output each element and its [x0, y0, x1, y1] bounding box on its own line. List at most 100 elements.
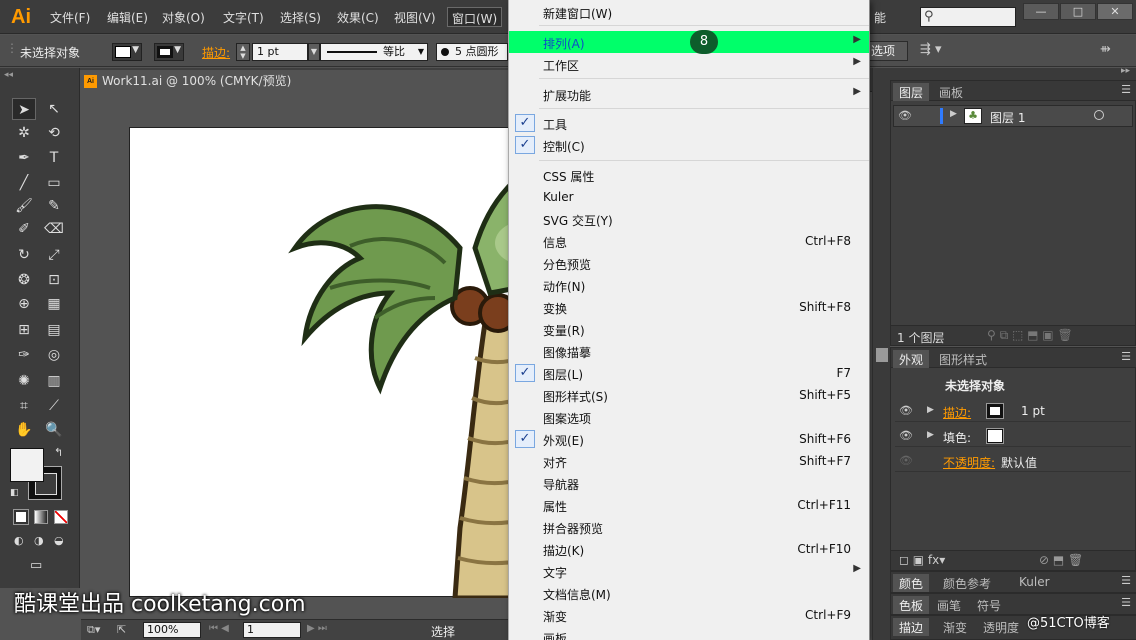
color-mode-icon[interactable]: [13, 509, 29, 525]
document-tab[interactable]: Ai Work11.ai @ 100% (CMYK/预览): [80, 70, 510, 92]
stroke-label[interactable]: 描边:: [202, 44, 230, 61]
appearance-opacity-row[interactable]: 👁 不透明度: 默认值: [895, 450, 1131, 472]
menu-item[interactable]: 分色预览: [509, 252, 869, 274]
menu-view[interactable]: 视图(V): [394, 9, 436, 26]
menu-item[interactable]: SVG 交互(Y): [509, 208, 869, 230]
direct-selection-tool-icon[interactable]: ↖: [42, 98, 66, 120]
blend-tool-icon[interactable]: ◎: [42, 344, 66, 366]
tab-appearance[interactable]: 外观: [893, 350, 930, 368]
graph-tool-icon[interactable]: ▥: [42, 370, 66, 392]
tab-swatches[interactable]: 色板: [893, 596, 930, 614]
menu-item[interactable]: 拼合器预览: [509, 516, 869, 538]
expand-triangle-icon[interactable]: ▶: [927, 405, 934, 415]
eye-icon[interactable]: 👁: [896, 108, 914, 124]
fill-swatch-dropdown[interactable]: ▼: [112, 43, 142, 61]
appearance-stroke-label[interactable]: 描边:: [943, 404, 971, 421]
tab-artboards[interactable]: 画板: [933, 83, 969, 101]
menu-item[interactable]: 动作(N): [509, 274, 869, 296]
type-tool-icon[interactable]: T: [42, 147, 66, 169]
menu-item[interactable]: 图形样式(S) Shift+F5: [509, 384, 869, 406]
maximize-button[interactable]: □: [1060, 3, 1096, 20]
menu-item[interactable]: 画板: [509, 626, 869, 640]
tab-stroke[interactable]: 描边: [893, 618, 930, 636]
panel-menu-icon[interactable]: ☰: [1121, 350, 1131, 363]
hand-tool-icon[interactable]: ✋: [12, 419, 36, 441]
magic-wand-tool-icon[interactable]: ✲: [12, 122, 36, 144]
selection-tool-icon[interactable]: ➤: [12, 98, 36, 120]
menu-select[interactable]: 选择(S): [280, 9, 321, 26]
draw-behind-icon[interactable]: ◑: [34, 534, 44, 547]
menu-item[interactable]: 新建窗口(W): [509, 1, 869, 23]
menu-item[interactable]: 信息 Ctrl+F8: [509, 230, 869, 252]
tab-gradient[interactable]: 渐变: [937, 618, 973, 636]
menu-item[interactable]: 文字 ▶: [509, 560, 869, 582]
menu-item[interactable]: 工作区 ▶: [509, 53, 869, 75]
menu-partial[interactable]: 能: [874, 9, 886, 26]
lasso-tool-icon[interactable]: ⟲: [42, 122, 66, 144]
menu-type[interactable]: 文字(T): [223, 9, 264, 26]
layer-row[interactable]: 👁 ▶ ♣ 图层 1: [893, 105, 1133, 127]
menu-item[interactable]: 变量(R): [509, 318, 869, 340]
shape-builder-tool-icon[interactable]: ⊕: [12, 293, 36, 315]
rotate-tool-icon[interactable]: ↻: [12, 244, 36, 266]
prev-artboard-icon[interactable]: ⏮ ◀: [209, 623, 229, 634]
stroke-weight-input[interactable]: 1 pt: [252, 43, 308, 61]
view-icon[interactable]: ⧉▾: [87, 623, 100, 637]
tab-symbols[interactable]: 符号: [971, 596, 1007, 614]
warp-tool-icon[interactable]: ❂: [12, 269, 36, 291]
expand-triangle-icon[interactable]: ▶: [927, 430, 934, 440]
appearance-delete-icon[interactable]: ⊘ ⬒ 🗑: [1039, 553, 1083, 567]
status-mode[interactable]: 选择: [431, 623, 455, 640]
expand-triangle-icon[interactable]: ▶: [950, 109, 957, 119]
tab-color[interactable]: 颜色: [893, 574, 930, 592]
appearance-actions-icon[interactable]: ◻ ▣ fx▾: [899, 553, 945, 567]
fill-swatch[interactable]: [986, 428, 1004, 444]
layer-actions-icon[interactable]: ⚲ ⧉ ⬚ ⬒ ▣ 🗑: [987, 328, 1073, 343]
draw-normal-icon[interactable]: ◐: [14, 534, 24, 547]
panel-menu-icon[interactable]: ☰: [1121, 596, 1131, 609]
chevron-down-icon[interactable]: ▼: [308, 43, 320, 61]
perspective-grid-tool-icon[interactable]: ▦: [42, 293, 66, 315]
free-transform-tool-icon[interactable]: ⊡: [42, 269, 66, 291]
gradient-mode-icon[interactable]: [34, 510, 48, 524]
menu-item[interactable]: 文档信息(M): [509, 582, 869, 604]
tab-transparency[interactable]: 透明度: [977, 618, 1025, 636]
menu-object[interactable]: 对象(O): [162, 9, 205, 26]
rectangle-tool-icon[interactable]: ▭: [42, 172, 66, 194]
brush-dropdown[interactable]: 5 点圆形: [436, 43, 508, 61]
none-mode-icon[interactable]: [54, 510, 68, 524]
vertical-scrollbar[interactable]: [872, 68, 890, 640]
pencil-tool-icon[interactable]: ✎: [42, 195, 66, 217]
zoom-dropdown[interactable]: 100%: [143, 622, 201, 638]
menu-item[interactable]: 渐变 Ctrl+F9: [509, 604, 869, 626]
share-icon[interactable]: ⇱: [117, 623, 126, 636]
scroll-thumb[interactable]: [876, 348, 888, 362]
collapse-icon[interactable]: ▸▸: [1121, 66, 1130, 76]
line-tool-icon[interactable]: ╱: [12, 172, 36, 194]
search-input[interactable]: ⚲: [920, 7, 1016, 27]
menu-item[interactable]: 变换 Shift+F8: [509, 296, 869, 318]
stroke-swatch[interactable]: [986, 403, 1004, 419]
fill-color-swatch[interactable]: [10, 448, 44, 482]
scale-tool-icon[interactable]: ⤢: [42, 244, 66, 266]
default-colors-icon[interactable]: ◧: [10, 488, 19, 498]
appearance-stroke-row[interactable]: 👁 ▶ 描边: 1 pt: [895, 400, 1131, 422]
menu-item[interactable]: ✓ 工具: [509, 112, 869, 134]
eye-icon[interactable]: 👁: [897, 403, 915, 419]
slice-tool-icon[interactable]: ⟋: [42, 395, 66, 417]
blob-brush-tool-icon[interactable]: ✐: [12, 218, 36, 240]
menu-item[interactable]: ✓ 外观(E) Shift+F6: [509, 428, 869, 450]
menu-item[interactable]: ✓ 控制(C): [509, 134, 869, 156]
mesh-tool-icon[interactable]: ⊞: [12, 319, 36, 341]
transform-icon[interactable]: ⇶ ▾: [920, 42, 942, 57]
menu-item[interactable]: 导航器: [509, 472, 869, 494]
panel-menu-icon[interactable]: ☰: [1121, 574, 1131, 587]
menu-item[interactable]: CSS 属性: [509, 164, 869, 186]
menu-edit[interactable]: 编辑(E): [107, 9, 148, 26]
eyedropper-tool-icon[interactable]: ✑: [12, 344, 36, 366]
menu-item[interactable]: 图案选项: [509, 406, 869, 428]
menu-item[interactable]: ✓ 图层(L) F7: [509, 362, 869, 384]
collapse-icon[interactable]: ◂◂: [4, 70, 13, 80]
target-circle-icon[interactable]: [1094, 110, 1104, 120]
symbol-sprayer-tool-icon[interactable]: ✺: [12, 370, 36, 392]
